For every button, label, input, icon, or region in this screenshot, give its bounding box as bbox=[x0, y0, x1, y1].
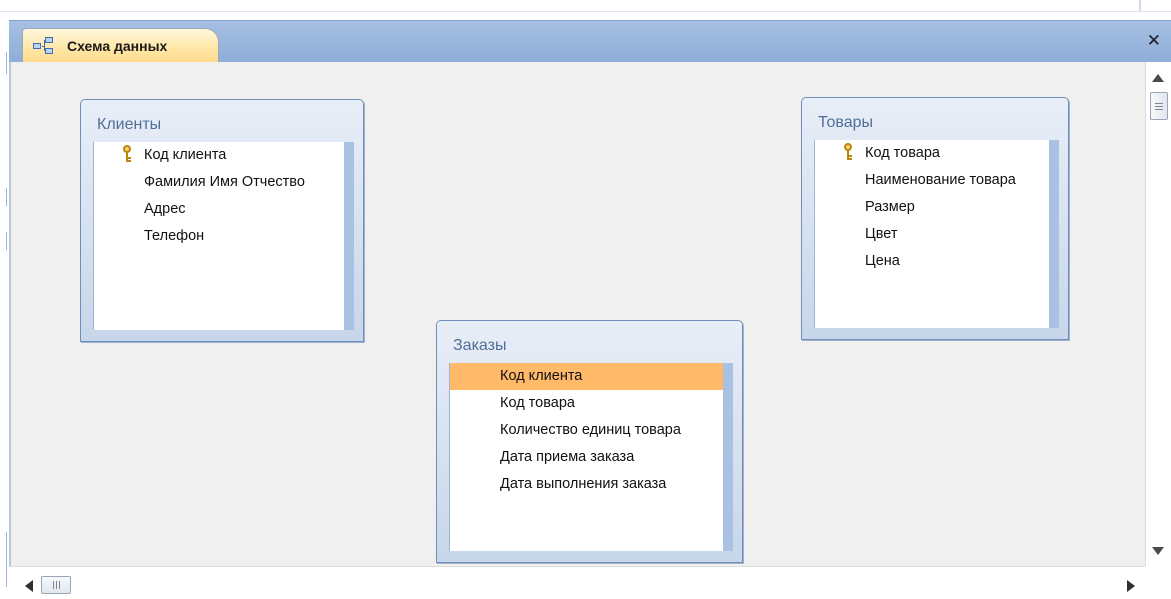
edge-mark bbox=[6, 532, 7, 587]
edge-mark bbox=[6, 232, 7, 250]
table-window-orders[interactable]: Заказы Код клиента Код товара Количество… bbox=[436, 320, 743, 563]
scroll-up-icon[interactable] bbox=[1152, 74, 1164, 82]
field-list[interactable]: Код клиента Фамилия Имя Отчество Адрес Т… bbox=[93, 142, 354, 330]
field-item[interactable]: Дата приема заказа bbox=[450, 444, 723, 471]
field-name: Цена bbox=[865, 253, 900, 269]
close-icon[interactable]: ✕ bbox=[1147, 31, 1161, 51]
top-divider bbox=[1139, 0, 1141, 12]
horizontal-scrollbar[interactable] bbox=[9, 566, 1145, 599]
field-name: Наименование товара bbox=[865, 172, 1016, 188]
document-tab-bar: Схема данных ✕ bbox=[9, 20, 1171, 63]
table-title[interactable]: Клиенты bbox=[81, 100, 363, 144]
window-top-strip bbox=[0, 0, 1171, 12]
field-name: Размер bbox=[865, 199, 915, 215]
field-name: Дата приема заказа bbox=[500, 449, 635, 465]
tab-relationships[interactable]: Схема данных bbox=[22, 28, 219, 63]
relationships-icon bbox=[33, 37, 55, 55]
field-item[interactable]: Адрес bbox=[94, 196, 344, 223]
field-item-selected[interactable]: Код клиента bbox=[450, 363, 723, 390]
table-window-products[interactable]: Товары Код товара Наименование товара Ра… bbox=[801, 97, 1069, 340]
edge-mark bbox=[6, 52, 7, 74]
table-title[interactable]: Заказы bbox=[437, 321, 742, 365]
field-name: Фамилия Имя Отчество bbox=[144, 174, 305, 190]
field-name: Адрес bbox=[144, 201, 186, 217]
field-item[interactable]: Код товара bbox=[815, 140, 1049, 167]
field-item[interactable]: Цвет bbox=[815, 221, 1049, 248]
table-window-clients[interactable]: Клиенты Код клиента Фамилия Имя Отчество… bbox=[80, 99, 364, 342]
primary-key-icon bbox=[121, 145, 133, 163]
horizontal-scroll-thumb[interactable] bbox=[41, 576, 71, 594]
field-item[interactable]: Код клиента bbox=[94, 142, 344, 169]
scroll-corner bbox=[1145, 566, 1171, 599]
field-name: Код товара bbox=[500, 395, 575, 411]
scroll-left-icon[interactable] bbox=[25, 580, 33, 592]
field-name: Код клиента bbox=[500, 368, 583, 384]
tab-label: Схема данных bbox=[67, 38, 168, 54]
field-item[interactable]: Код товара bbox=[450, 390, 723, 417]
table-title[interactable]: Товары bbox=[802, 98, 1068, 142]
field-name: Цвет bbox=[865, 226, 898, 242]
field-item[interactable]: Дата выполнения заказа bbox=[450, 471, 723, 498]
field-list[interactable]: Код клиента Код товара Количество единиц… bbox=[449, 363, 733, 551]
field-item[interactable]: Наименование товара bbox=[815, 167, 1049, 194]
field-item[interactable]: Фамилия Имя Отчество bbox=[94, 169, 344, 196]
field-item[interactable]: Количество единиц товара bbox=[450, 417, 723, 444]
vertical-scrollbar[interactable] bbox=[1145, 62, 1171, 566]
primary-key-icon bbox=[842, 143, 854, 161]
field-item[interactable]: Телефон bbox=[94, 223, 344, 250]
vertical-scroll-thumb[interactable] bbox=[1150, 92, 1168, 120]
field-list[interactable]: Код товара Наименование товара Размер Цв… bbox=[814, 140, 1059, 328]
edge-mark bbox=[6, 188, 7, 206]
field-item[interactable]: Цена bbox=[815, 248, 1049, 275]
field-name: Код клиента bbox=[144, 147, 227, 163]
relationships-canvas[interactable]: Клиенты Код клиента Фамилия Имя Отчество… bbox=[9, 62, 1145, 566]
field-name: Код товара bbox=[865, 145, 940, 161]
scroll-right-icon[interactable] bbox=[1127, 580, 1135, 592]
field-name: Телефон bbox=[144, 228, 205, 244]
field-name: Количество единиц товара bbox=[500, 422, 681, 438]
field-item[interactable]: Размер bbox=[815, 194, 1049, 221]
scroll-down-icon[interactable] bbox=[1152, 547, 1164, 555]
field-name: Дата выполнения заказа bbox=[500, 476, 667, 492]
left-edge bbox=[0, 12, 9, 599]
